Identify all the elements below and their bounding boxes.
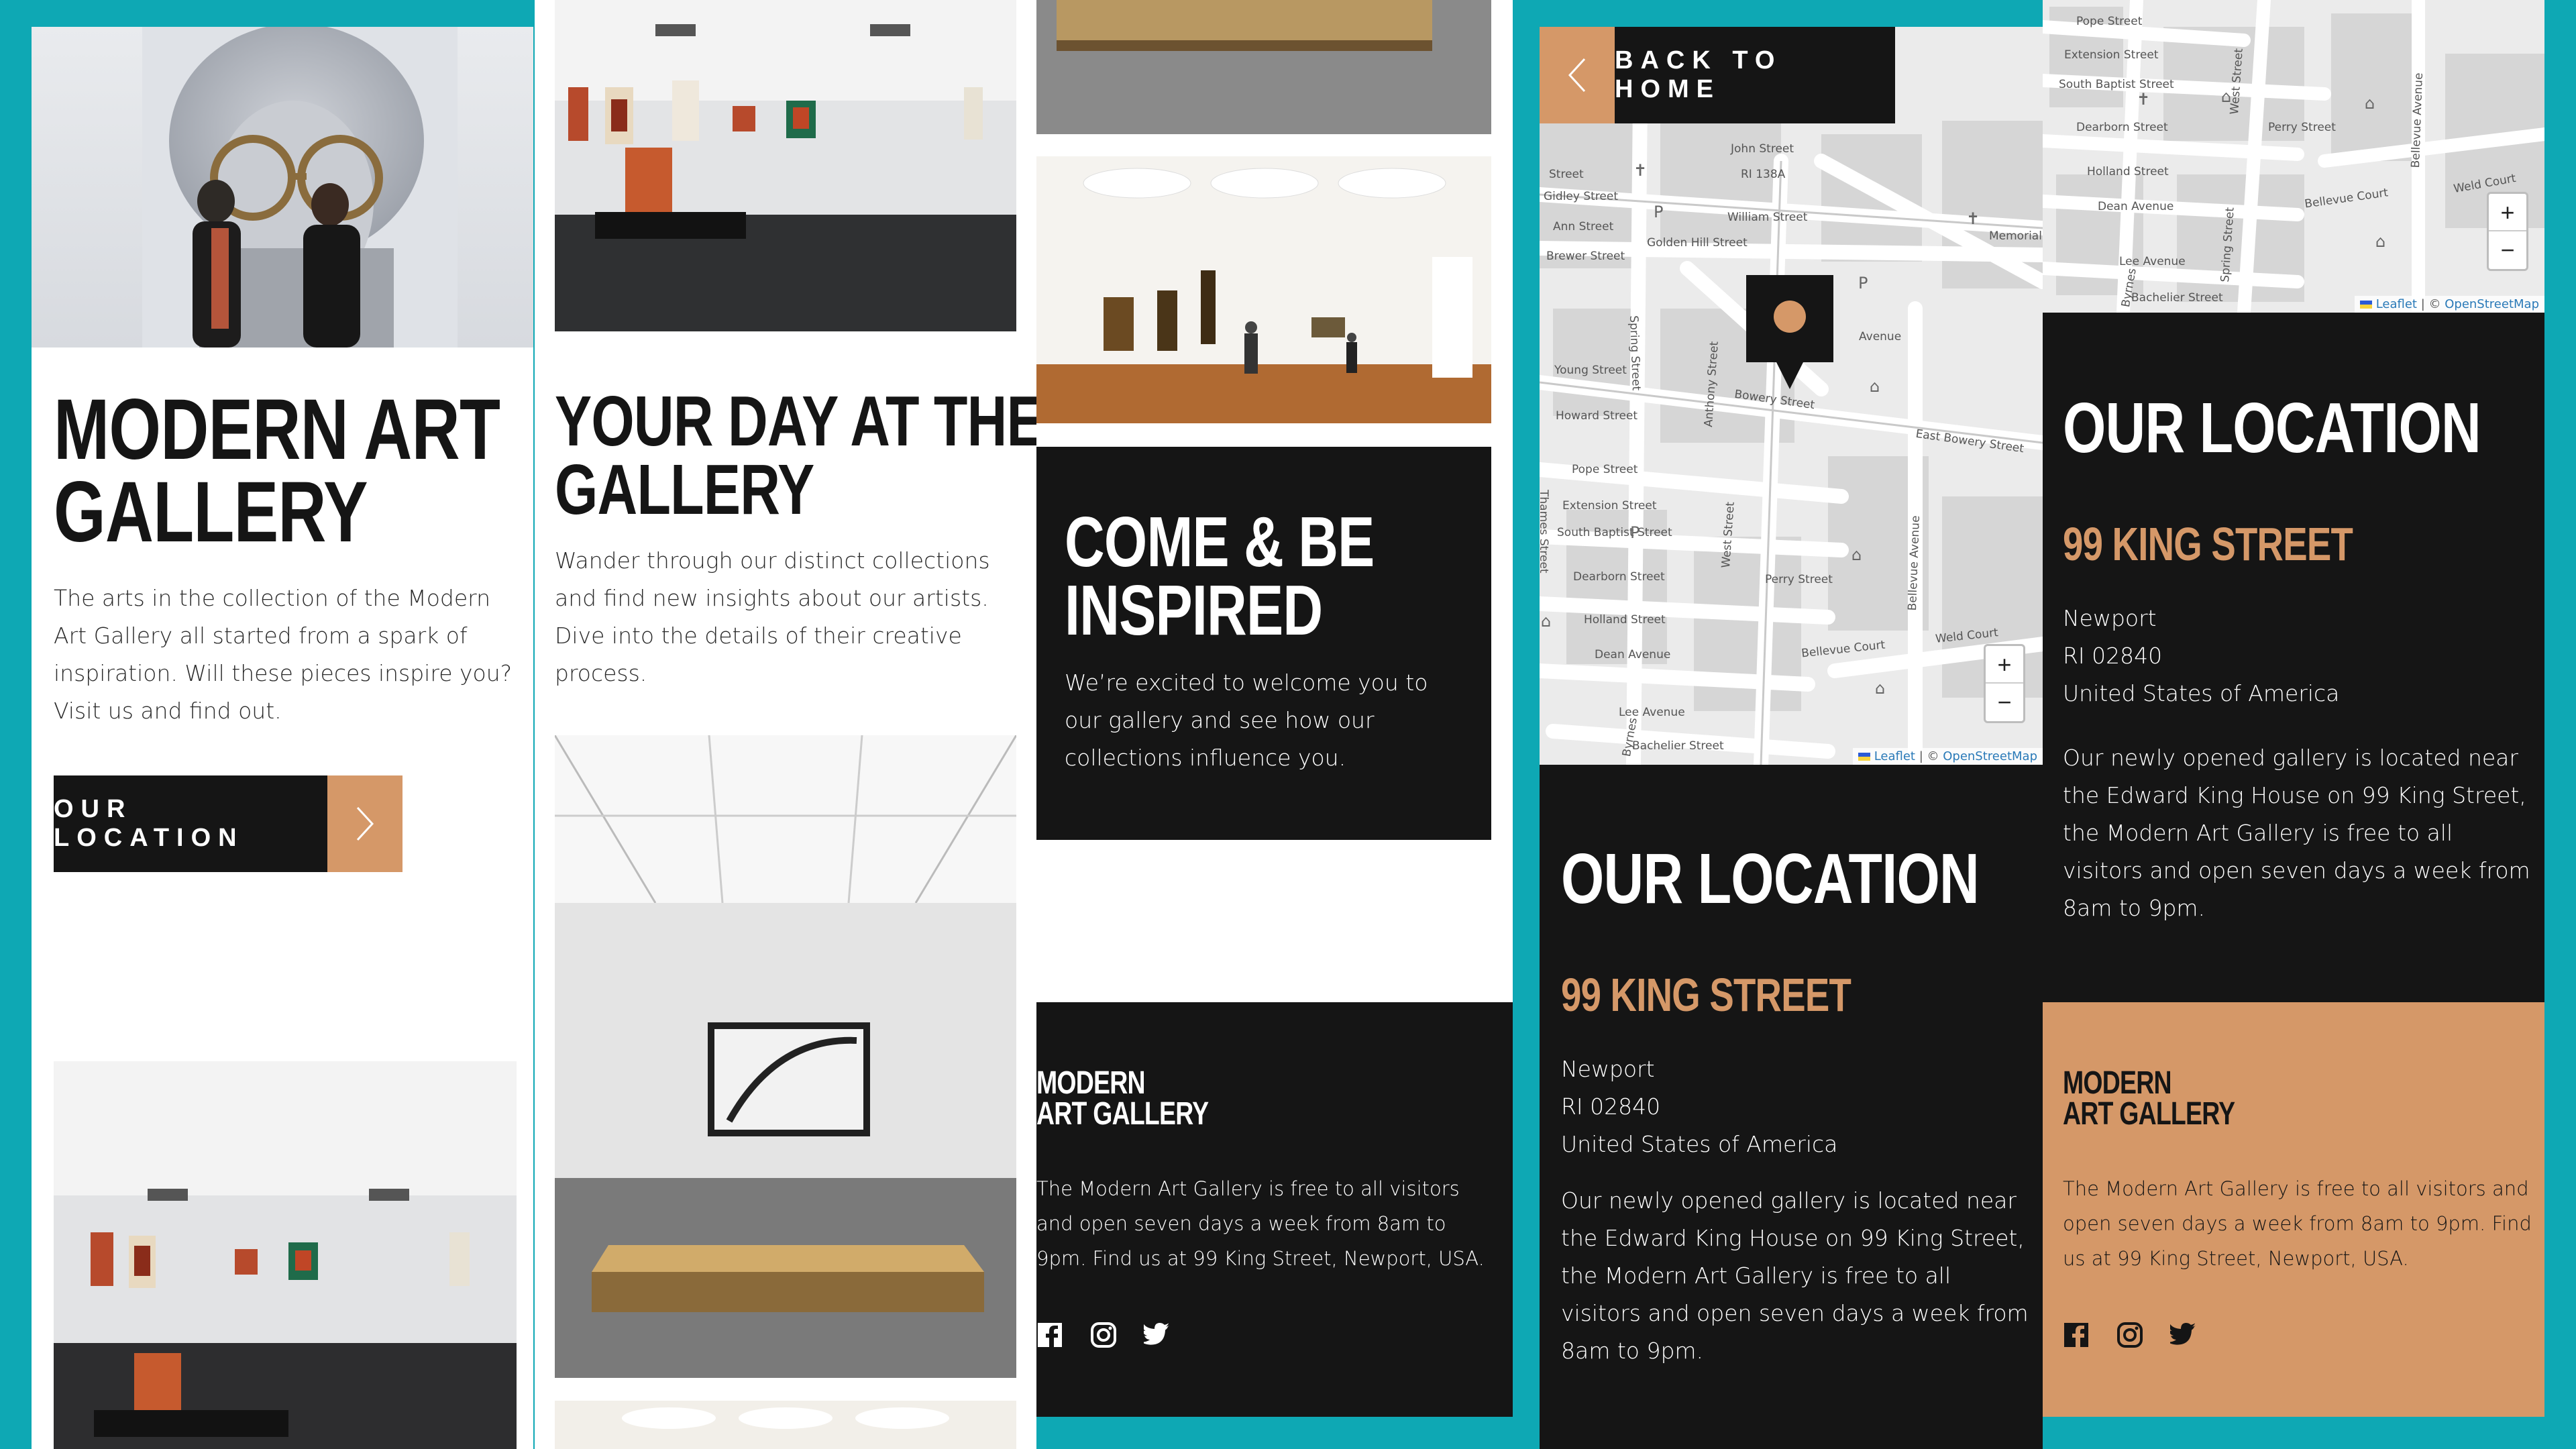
footer-social: [1036, 1322, 1171, 1348]
church-icon: ✝: [1966, 209, 1980, 228]
osm-link[interactable]: OpenStreetMap: [2445, 297, 2539, 311]
footer-logo: Modern Art Gallery: [2063, 1065, 2235, 1132]
zoom-out-button[interactable]: −: [2489, 231, 2526, 269]
facebook-icon[interactable]: [2063, 1322, 2090, 1348]
instagram-icon[interactable]: [2116, 1322, 2143, 1348]
location-description-alt: Our newly opened gallery is located near…: [2063, 745, 2530, 921]
day-title: Your day at the gallery: [555, 382, 1036, 529]
ukraine-flag-icon: [2359, 301, 2372, 309]
address-city: Newport: [1561, 1056, 1655, 1082]
bench-room-photo: [555, 735, 1016, 1378]
location-panel-alt: Pope Street Extension Street South Bapti…: [2043, 0, 2544, 1417]
classic-gallery-photo: [1036, 156, 1491, 423]
zoom-out-button[interactable]: −: [1986, 684, 2023, 721]
footer: Modern Art Gallery The Modern Art Galler…: [1036, 1002, 1513, 1417]
location-street: 99 King Street: [1561, 969, 1851, 1021]
church-icon: ✝: [1633, 161, 1648, 180]
footer-social: [2063, 1322, 2197, 1348]
our-location-button[interactable]: Our Location: [54, 775, 402, 872]
location-map[interactable]: Street Gidley Street Ann Street Brewer S…: [1540, 27, 2043, 765]
location-panel: Street Gidley Street Ann Street Brewer S…: [1540, 27, 2043, 1449]
map-attribution: Leaflet | © OpenStreetMap: [2354, 296, 2544, 313]
address-country: United States of America: [1561, 1131, 1838, 1157]
location-street-alt: 99 King Street: [2063, 518, 2353, 570]
parking-icon: P: [1858, 274, 1868, 292]
museum-icon: ⌂: [1541, 612, 1552, 631]
chevron-left-icon: [1540, 27, 1615, 123]
osm-link[interactable]: OpenStreetMap: [1943, 749, 2037, 763]
zoom-in-button[interactable]: +: [1986, 646, 2023, 684]
location-address-alt: Newport RI 02840 United States of Americ…: [2063, 600, 2339, 712]
back-to-home-label: Back to Home: [1615, 46, 1782, 103]
corridor-photo-bottom: [555, 1401, 1016, 1449]
footer-text: The Modern Art Gallery is free to all vi…: [1036, 1177, 1485, 1270]
museum-icon: ⌂: [2365, 94, 2375, 113]
zoom-in-button[interactable]: +: [2489, 194, 2526, 231]
museum-icon: ⌂: [2221, 87, 2232, 106]
twitter-icon[interactable]: [2170, 1322, 2197, 1348]
day-panel: Your day at the gallery Wander through o…: [535, 0, 1036, 1449]
address-zip: RI 02840: [2063, 643, 2163, 669]
map-poi-icons: ✝ ✝ ⌂ ⌂ ⌂ ⌂ P P P: [1540, 27, 2043, 765]
location-marker-icon[interactable]: [1746, 275, 1833, 396]
inspired-text: We’re excited to welcome you to our gall…: [1065, 669, 1428, 771]
instagram-icon[interactable]: [1090, 1322, 1117, 1348]
leaflet-link[interactable]: Leaflet: [2376, 297, 2417, 311]
back-to-home-button[interactable]: Back to Home: [1540, 27, 1895, 123]
home-panel: Modern Art Gallery The arts in the colle…: [32, 27, 533, 1449]
day-text: Wander through our distinct collections …: [555, 547, 990, 686]
location-map-alt[interactable]: Pope Street Extension Street South Bapti…: [2043, 0, 2544, 313]
home-intro: The arts in the collection of the Modern…: [54, 585, 513, 724]
museum-icon: ⌂: [2375, 232, 2386, 251]
bench-photo-top: [1036, 0, 1491, 134]
home-title: Modern Art Gallery: [54, 382, 500, 560]
church-icon: ✝: [2137, 90, 2151, 109]
inspired-panel: Come & be inspired We’re excited to welc…: [1036, 0, 1513, 1417]
museum-icon: ⌂: [1851, 545, 1862, 564]
gallery-room-photo-top: [555, 0, 1016, 331]
parking-icon: P: [1654, 203, 1664, 221]
map-attribution: Leaflet | © OpenStreetMap: [1852, 748, 2043, 765]
location-description: Our newly opened gallery is located near…: [1561, 1187, 2029, 1364]
address-city: Newport: [2063, 605, 2157, 631]
our-location-button-label: Our Location: [54, 795, 244, 852]
location-title: Our Location: [1561, 839, 1980, 918]
footer-alt: Modern Art Gallery The Modern Art Galler…: [2043, 1002, 2544, 1417]
hero-photo: [32, 27, 533, 347]
map-zoom-controls: + −: [1984, 644, 2025, 723]
address-zip: RI 02840: [1561, 1093, 1661, 1120]
location-address: Newport RI 02840 United States of Americ…: [1561, 1051, 1837, 1163]
leaflet-link[interactable]: Leaflet: [1874, 749, 1915, 763]
facebook-icon[interactable]: [1036, 1322, 1063, 1348]
address-country: United States of America: [2063, 680, 2340, 706]
ukraine-flag-icon: [1858, 753, 1870, 761]
footer-logo: Modern Art Gallery: [1036, 1065, 1209, 1132]
museum-icon: ⌂: [1870, 377, 1880, 396]
map-poi-icons: ⌂ ⌂ ⌂ ✝: [2043, 0, 2544, 313]
footer-text: The Modern Art Gallery is free to all vi…: [2063, 1177, 2532, 1270]
twitter-icon[interactable]: [1144, 1322, 1171, 1348]
museum-icon: ⌂: [1875, 679, 1886, 698]
map-zoom-controls: + −: [2487, 192, 2528, 271]
gallery-room-photo: [54, 1061, 517, 1449]
inspired-card: Come & be inspired We’re excited to welc…: [1036, 447, 1491, 840]
chevron-right-icon: [327, 775, 402, 872]
location-title-alt: Our Location: [2063, 388, 2481, 468]
parking-icon: P: [1630, 523, 1640, 542]
inspired-title: Come & be inspired: [1065, 502, 1375, 650]
